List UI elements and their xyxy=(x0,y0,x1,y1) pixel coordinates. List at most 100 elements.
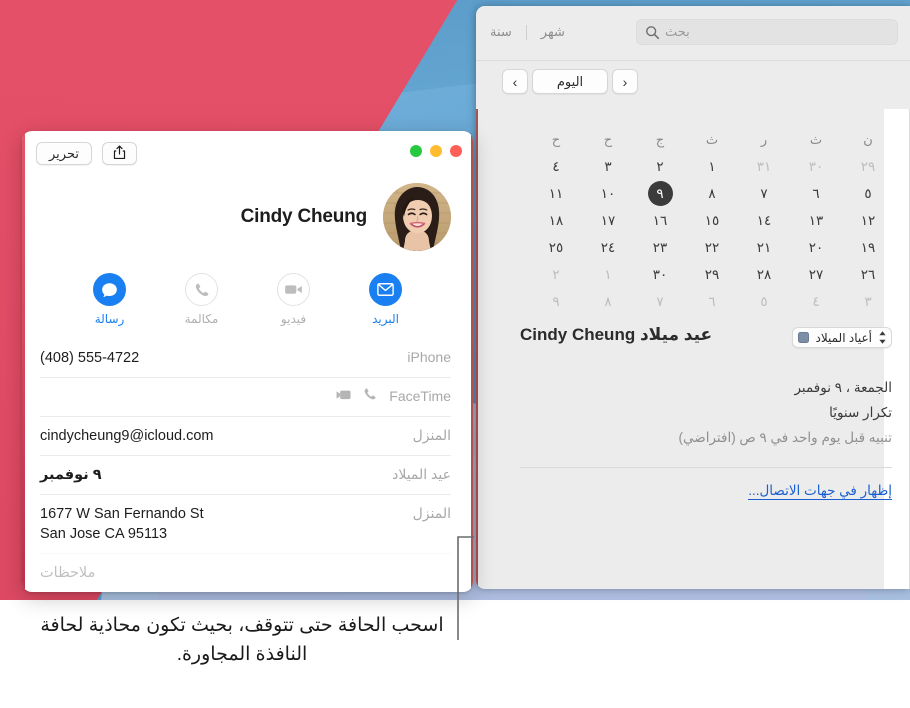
contact-field-row[interactable]: المنزل cindycheung9@icloud.com xyxy=(40,416,451,455)
minimize-button[interactable] xyxy=(430,145,442,157)
calendar-day[interactable]: ٩ xyxy=(530,288,582,315)
calendar-day-number: ٨ xyxy=(604,294,612,309)
calendar-day[interactable]: ١٣ xyxy=(790,207,842,234)
calendar-day[interactable]: ١٦ xyxy=(634,207,686,234)
calendar-day[interactable]: ١٠ xyxy=(582,180,634,207)
calendar-day-number: ٩ xyxy=(552,294,560,309)
calendar-day[interactable]: ٤ xyxy=(790,288,842,315)
chevron-left-icon: ‹ xyxy=(622,73,628,90)
event-calendar-popup-button[interactable]: أعياد الميلاد xyxy=(792,327,892,348)
calendar-day[interactable]: ٢٠ xyxy=(790,234,842,261)
calendar-toolbar: شهر سنة بحث xyxy=(476,6,910,61)
up-down-chevron-icon[interactable] xyxy=(878,330,887,345)
contact-field-label: iPhone xyxy=(407,349,451,365)
calendar-day[interactable]: ٤ xyxy=(530,153,582,180)
calendar-day[interactable]: ٢٤ xyxy=(582,234,634,261)
contact-name: Cindy Cheung xyxy=(240,206,368,227)
calendar-day[interactable]: ٧ xyxy=(738,180,790,207)
calendar-day[interactable]: ٢٥ xyxy=(530,234,582,261)
calendar-day[interactable]: ١ xyxy=(582,261,634,288)
calendar-day[interactable]: ٧ xyxy=(634,288,686,315)
calendar-view-segmented-control[interactable]: شهر سنة xyxy=(476,24,579,40)
calendar-day[interactable]: ٢٦ xyxy=(842,261,894,288)
event-repeat-line: تكرار سنويًا xyxy=(829,404,892,420)
next-period-button[interactable]: › xyxy=(502,69,528,94)
calendar-day[interactable]: ١٥ xyxy=(686,207,738,234)
avatar xyxy=(383,183,451,251)
contact-field-label: FaceTime xyxy=(389,388,451,404)
screenshot-root: شهر سنة بحث ‹ اليوم › ن ث ر ث ج ح ح ٢٩ ٣… xyxy=(0,0,910,708)
phone-icon[interactable] xyxy=(363,387,377,407)
calendar-day-number: ٢٥ xyxy=(548,240,564,255)
calendar-day[interactable]: ١٤ xyxy=(738,207,790,234)
calendar-day-number: ١٥ xyxy=(704,213,720,228)
event-info-lines: الجمعة ، ٩ نوفمبر تكرار سنويًا تنبيه قبل… xyxy=(500,376,910,451)
calendar-day[interactable]: ٦ xyxy=(686,288,738,315)
calendar-day[interactable]: ٥ xyxy=(842,180,894,207)
contact-field-row[interactable]: المنزل 1677 W San Fernando St San Jose CA … xyxy=(40,494,451,553)
zoom-button[interactable] xyxy=(410,145,422,157)
calendar-day[interactable]: ١ xyxy=(686,153,738,180)
segment-year[interactable]: سنة xyxy=(476,24,526,40)
phone-icon xyxy=(185,273,218,306)
segment-month[interactable]: شهر xyxy=(527,24,579,40)
calendar-day[interactable]: ١٧ xyxy=(582,207,634,234)
action-video-label: فيديو xyxy=(280,312,307,326)
show-in-contacts-label: إظهار في جهات الاتصال... xyxy=(748,482,892,500)
calendar-day[interactable]: ٨ xyxy=(582,288,634,315)
calendar-day[interactable]: ١١ xyxy=(530,180,582,207)
contact-field-row[interactable]: FaceTime xyxy=(40,377,451,416)
contact-field-row[interactable]: ملاحظات xyxy=(40,553,451,592)
contact-card-window: تحرير Cindy Cheung البريد فيديو مكالمة ر… xyxy=(22,131,473,592)
calendar-day[interactable]: ٣١ xyxy=(738,153,790,180)
calendar-day[interactable]: ٢٩ xyxy=(686,261,738,288)
calendar-day[interactable]: ٢٩ xyxy=(842,153,894,180)
calendar-week-row: ١٩ ٢٠ ٢١ ٢٢ ٢٣ ٢٤ ٢٥ xyxy=(530,234,894,261)
calendar-day-number: ١٩ xyxy=(860,240,876,255)
calendar-day[interactable]: ٣ xyxy=(842,288,894,315)
calendar-day-number: ٢٤ xyxy=(600,240,616,255)
calendar-day-number: ٦ xyxy=(812,186,820,201)
contact-field-value: cindycheung9@icloud.com xyxy=(40,428,214,444)
calendar-day-number: ٣١ xyxy=(756,159,772,174)
calendar-day[interactable]: ١٩ xyxy=(842,234,894,261)
calendar-day[interactable]: ١٨ xyxy=(530,207,582,234)
contact-field-row[interactable]: iPhone (408) 555-4722 xyxy=(40,348,451,377)
calendar-day-number: ١٣ xyxy=(808,213,824,228)
previous-period-button[interactable]: ‹ xyxy=(612,69,638,94)
search-field[interactable]: بحث xyxy=(636,19,898,45)
calendar-day[interactable]: ٢٢ xyxy=(686,234,738,261)
action-mail[interactable]: البريد xyxy=(354,273,418,326)
weekday-header: ج xyxy=(655,132,665,147)
video-icon[interactable] xyxy=(336,387,353,407)
show-in-contacts-link[interactable]: إظهار في جهات الاتصال... xyxy=(500,482,910,500)
calendar-day[interactable]: ٢٣ xyxy=(634,234,686,261)
calendar-day[interactable]: ١٢ xyxy=(842,207,894,234)
calendar-day[interactable]: ٣ xyxy=(582,153,634,180)
share-button[interactable] xyxy=(101,142,137,165)
today-button[interactable]: اليوم xyxy=(532,69,608,94)
calendar-day[interactable]: ٣٠ xyxy=(634,261,686,288)
edit-button[interactable]: تحرير xyxy=(36,142,92,165)
calendar-day-number: ٥ xyxy=(864,186,872,201)
share-icon xyxy=(113,144,126,163)
calendar-day-number: ١٢ xyxy=(860,213,876,228)
calendar-day[interactable]: ٢٧ xyxy=(790,261,842,288)
calendar-day[interactable]: ٢٨ xyxy=(738,261,790,288)
calendar-day[interactable]: ٨ xyxy=(686,180,738,207)
calendar-day-number: ٢٦ xyxy=(860,267,876,282)
close-button[interactable] xyxy=(450,145,462,157)
window-traffic-lights xyxy=(410,145,462,157)
calendar-day-selected[interactable]: ٩ xyxy=(634,180,686,207)
contact-field-row[interactable]: عيد الميلاد ٩ نوفمبر xyxy=(40,455,451,494)
calendar-day-number: ٢٢ xyxy=(704,240,720,255)
action-message[interactable]: رسالة xyxy=(78,273,142,326)
calendar-day[interactable]: ٦ xyxy=(790,180,842,207)
calendar-day[interactable]: ٢ xyxy=(634,153,686,180)
calendar-day[interactable]: ٥ xyxy=(738,288,790,315)
calendar-day[interactable]: ٢ xyxy=(530,261,582,288)
calendar-day-number: ٢١ xyxy=(756,240,772,255)
calendar-day[interactable]: ٢١ xyxy=(738,234,790,261)
calendar-day[interactable]: ٣٠ xyxy=(790,153,842,180)
action-message-label: رسالة xyxy=(94,312,125,326)
